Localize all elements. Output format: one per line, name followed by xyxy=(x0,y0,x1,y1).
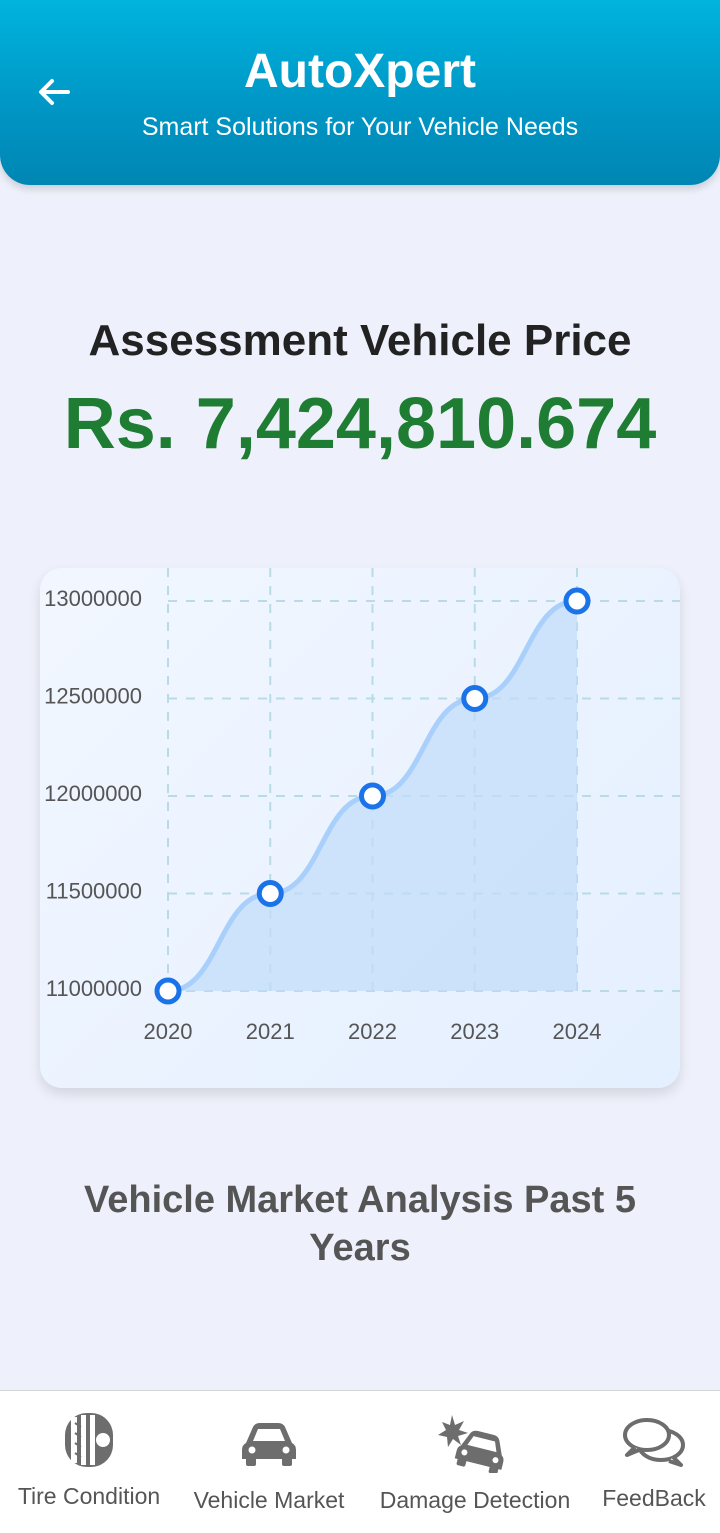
nav-label-vehicle-market: Vehicle Market xyxy=(193,1487,345,1513)
app-title: AutoXpert xyxy=(244,45,476,98)
tire-icon xyxy=(65,1413,113,1467)
assessment-title: Assessment Vehicle Price xyxy=(88,316,632,365)
nav-item-feedback[interactable]: FeedBack xyxy=(590,1391,718,1533)
chat-bubbles-icon xyxy=(623,1418,685,1467)
assessment-price: Rs. 7,424,810.674 xyxy=(63,384,657,464)
market-analysis-caption: Vehicle Market Analysis Past 5 Years xyxy=(83,1179,636,1269)
nav-label-damage-detection: Damage Detection xyxy=(379,1487,571,1513)
nav-item-tire-condition[interactable]: Tire Condition xyxy=(0,1391,178,1533)
app-subtitle: Smart Solutions for Your Vehicle Needs xyxy=(141,113,579,141)
nav-item-vehicle-market[interactable]: Vehicle Market xyxy=(178,1391,360,1533)
price-chart-card xyxy=(40,568,680,1088)
nav-label-feedback: FeedBack xyxy=(602,1485,706,1511)
car-crash-icon xyxy=(438,1415,504,1473)
bottom-navigation: Tire Condition Vehicle Market Damage Det… xyxy=(0,1390,720,1533)
car-icon xyxy=(242,1423,296,1466)
nav-item-damage-detection[interactable]: Damage Detection xyxy=(360,1391,590,1533)
app-header: AutoXpert Smart Solutions for Your Vehic… xyxy=(0,0,720,185)
nav-label-tire-condition: Tire Condition xyxy=(17,1483,161,1509)
